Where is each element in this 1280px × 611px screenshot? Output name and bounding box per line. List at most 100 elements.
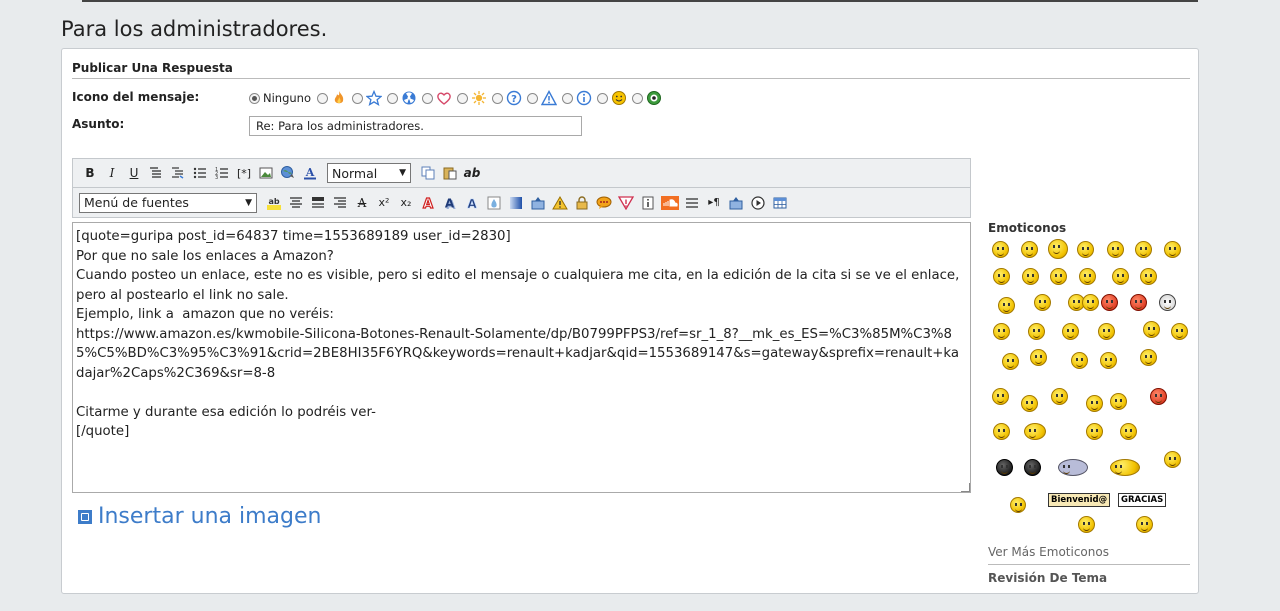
- emoticon-shock-icon[interactable]: [1079, 268, 1096, 285]
- font-size-select[interactable]: Normal ▼: [327, 163, 411, 183]
- icon-radio-fire[interactable]: [317, 92, 328, 104]
- font-family-select[interactable]: Menú de fuentes ▼: [79, 192, 257, 213]
- align-center-button[interactable]: [285, 193, 307, 213]
- emoticon-blush-icon[interactable]: [993, 323, 1010, 340]
- alert-button[interactable]: [615, 193, 637, 213]
- emoticon-hug-icon[interactable]: [1143, 321, 1160, 338]
- upload-file-button[interactable]: [725, 193, 747, 213]
- superscript-button[interactable]: x²: [373, 193, 395, 213]
- emoticon-dizzy-icon[interactable]: [1110, 393, 1127, 410]
- icon-radio-warning[interactable]: [527, 92, 538, 104]
- code-button[interactable]: [167, 163, 189, 183]
- emoticon-bandit-icon[interactable]: [1024, 459, 1041, 476]
- emoticon-sad-icon[interactable]: [1164, 241, 1181, 258]
- emoticon-search-icon[interactable]: [1030, 349, 1047, 366]
- strike-button[interactable]: A: [351, 193, 373, 213]
- emoticon-plus-icon[interactable]: [1002, 353, 1019, 370]
- image-button[interactable]: [255, 163, 277, 183]
- upload-button[interactable]: [527, 193, 549, 213]
- emoticon-walker-icon[interactable]: [1010, 497, 1026, 513]
- insert-image-link[interactable]: Insertar una imagen: [78, 504, 321, 529]
- spoiler-button[interactable]: [593, 193, 615, 213]
- welcome-sign[interactable]: Bienvenid@: [1048, 493, 1111, 507]
- subscript-button[interactable]: x₂: [395, 193, 417, 213]
- emoticon-eek-icon[interactable]: [1107, 241, 1124, 258]
- emoticon-cool-icon[interactable]: [1022, 268, 1039, 285]
- subject-input[interactable]: [249, 116, 582, 136]
- gradient-button[interactable]: [505, 193, 527, 213]
- table-button[interactable]: [769, 193, 791, 213]
- emoticon-smile-icon[interactable]: [992, 241, 1009, 258]
- emoticon-cry-icon[interactable]: [1140, 268, 1157, 285]
- emoticon-angry-icon[interactable]: [993, 268, 1010, 285]
- emoticon-idea-icon[interactable]: [1086, 395, 1103, 412]
- emoticon-thumbsup-icon[interactable]: [1062, 323, 1079, 340]
- emoticon-furious-icon[interactable]: [1130, 294, 1147, 311]
- message-textarea[interactable]: [quote=guripa post_id=64837 time=1553689…: [72, 222, 971, 493]
- emoticon-mad-icon[interactable]: [1101, 294, 1118, 311]
- link-button[interactable]: [277, 163, 299, 183]
- emoticon-sleepy-icon[interactable]: [998, 297, 1015, 314]
- font-color-button[interactable]: A: [299, 163, 321, 183]
- media-play-button[interactable]: [747, 193, 769, 213]
- emoticon-confused-icon[interactable]: [1135, 241, 1152, 258]
- icon-radio-question[interactable]: [492, 92, 503, 104]
- emoticon-read-icon[interactable]: [1086, 423, 1103, 440]
- emoticon-grin-icon[interactable]: [1077, 241, 1094, 258]
- icon-radio-star[interactable]: [352, 92, 363, 104]
- emoticon-ok-icon[interactable]: [1164, 451, 1181, 468]
- icon-radio-none[interactable]: [249, 92, 260, 104]
- spellcheck-button[interactable]: ab: [461, 163, 483, 183]
- hr-button[interactable]: [681, 193, 703, 213]
- emoticon-ninja-icon[interactable]: [1034, 294, 1051, 311]
- thanks-sign[interactable]: GRACIAS: [1118, 493, 1167, 507]
- emoticon-laugh-icon[interactable]: [1050, 268, 1067, 285]
- ordered-list-button[interactable]: 123: [211, 163, 233, 183]
- emoticon-wave-icon[interactable]: [1051, 388, 1068, 405]
- icon-radio-green[interactable]: [632, 92, 643, 104]
- emoticon-wink-icon[interactable]: [1112, 268, 1129, 285]
- emoticon-pirate-icon[interactable]: [996, 459, 1013, 476]
- soundcloud-button[interactable]: [659, 193, 681, 213]
- emoticon-cheers-icon[interactable]: [1082, 294, 1099, 311]
- quote-button[interactable]: [145, 163, 167, 183]
- resize-handle[interactable]: [961, 483, 970, 492]
- icon-radio-smiley[interactable]: [597, 92, 608, 104]
- rtl-button[interactable]: ▸¶: [703, 193, 725, 213]
- shadow-text-button[interactable]: AA: [439, 193, 461, 213]
- icon-radio-burst[interactable]: [457, 92, 468, 104]
- highlight-button[interactable]: ab: [263, 193, 285, 213]
- copy-button[interactable]: [417, 163, 439, 183]
- lock-button[interactable]: [571, 193, 593, 213]
- italic-button[interactable]: I: [101, 163, 123, 183]
- emoticon-sunglasses-icon[interactable]: [992, 388, 1009, 405]
- topic-review-link[interactable]: Revisión De Tema: [988, 571, 1107, 585]
- emoticon-thinking-icon[interactable]: [1028, 323, 1045, 340]
- emoticon-party-icon[interactable]: [1110, 459, 1140, 476]
- emoticon-happy-icon[interactable]: [1021, 241, 1038, 258]
- warning-tag-button[interactable]: [549, 193, 571, 213]
- emoticon-neutral-icon[interactable]: [1171, 323, 1188, 340]
- emoticon-clap-icon[interactable]: [1098, 323, 1115, 340]
- icon-radio-info[interactable]: [562, 92, 573, 104]
- list-button[interactable]: [189, 163, 211, 183]
- emoticon-rock-icon[interactable]: [1100, 352, 1117, 369]
- emoticon-facepalm-icon[interactable]: [1071, 352, 1088, 369]
- justify-button[interactable]: [307, 193, 329, 213]
- emoticon-shy-icon[interactable]: [1021, 395, 1038, 412]
- align-right-button[interactable]: [329, 193, 351, 213]
- more-emoticons-link[interactable]: Ver Más Emoticonos: [988, 545, 1109, 559]
- emoticon-ghost-icon[interactable]: [1058, 459, 1088, 476]
- outline-text-button[interactable]: A: [417, 193, 439, 213]
- emoticon-ball-icon[interactable]: [1159, 294, 1176, 311]
- underline-button[interactable]: U: [123, 163, 145, 183]
- info-box-button[interactable]: [637, 193, 659, 213]
- icon-radio-radioactive[interactable]: [387, 92, 398, 104]
- icon-radio-heart[interactable]: [422, 92, 433, 104]
- glow-text-button[interactable]: A: [461, 193, 483, 213]
- emoticon-scream-icon[interactable]: [993, 423, 1010, 440]
- list-item-button[interactable]: [*]: [233, 163, 255, 183]
- emoticon-think-icon[interactable]: [1120, 423, 1137, 440]
- paste-button[interactable]: [439, 163, 461, 183]
- emoticon-love-icon[interactable]: [1140, 349, 1157, 366]
